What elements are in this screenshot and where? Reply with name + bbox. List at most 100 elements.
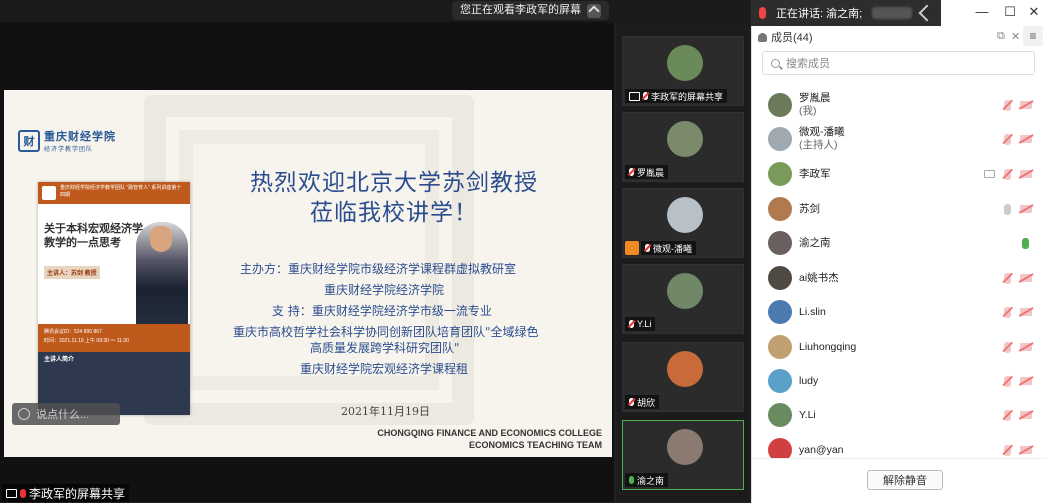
slide-title-line1: 热烈欢迎北京大学苏剑教授 — [250, 170, 538, 196]
mic-muted-icon — [20, 488, 26, 498]
video-tile[interactable]: 罗胤晨 — [622, 112, 744, 182]
member-row[interactable]: 微观-潘曦 (主持人) — [752, 122, 1046, 156]
poster-header-text: 重庆财经学院经济学教学团队 "融智育人" 系列讲座第十四期 — [60, 185, 182, 198]
member-row[interactable]: ludy — [752, 364, 1046, 398]
slide-date: 2021年11月19日 — [341, 405, 430, 418]
member-row[interactable]: 李政军 — [752, 157, 1046, 191]
member-search-input[interactable]: 搜索成员 — [762, 51, 1035, 75]
blurred-name — [872, 7, 913, 19]
video-tile[interactable]: 胡欣 — [622, 342, 744, 412]
mic-muted-icon — [643, 92, 648, 100]
member-row[interactable]: 渝之南 — [752, 226, 1046, 260]
video-tile[interactable]: 微观-潘曦 — [622, 188, 744, 258]
camera-off-icon[interactable] — [1020, 377, 1032, 385]
avatar — [768, 300, 792, 324]
avatar — [768, 403, 792, 427]
mic-muted-icon[interactable] — [1004, 409, 1011, 421]
screen-share-icon — [629, 91, 640, 101]
avatar — [768, 369, 792, 393]
mic-muted-icon[interactable] — [1004, 375, 1011, 387]
tile-name: 渝之南 — [637, 475, 665, 486]
camera-off-icon[interactable] — [1020, 135, 1032, 143]
poster-time: 时间：2021.11.19 上午 09:30 ～ 11:30 — [44, 338, 129, 344]
camera-off-icon[interactable] — [1020, 343, 1032, 351]
camera-off-icon[interactable] — [1020, 308, 1032, 316]
mic-muted-icon[interactable] — [1004, 272, 1011, 284]
close-panel-icon[interactable]: ✕ — [1011, 30, 1020, 43]
mic-muted-icon[interactable] — [1004, 341, 1011, 353]
mic-active-icon[interactable] — [1022, 237, 1029, 249]
member-row[interactable]: Y.Li — [752, 398, 1046, 432]
unmute-all-button[interactable]: 解除静音 — [867, 470, 943, 490]
mic-muted-icon[interactable] — [1004, 444, 1011, 456]
popout-icon[interactable]: ⧉ — [997, 30, 1005, 43]
slide-english-line1: CHONGQING FINANCE AND ECONOMICS COLLEGE — [377, 428, 602, 438]
avatar — [667, 45, 703, 81]
minimize-icon[interactable]: — — [972, 4, 992, 19]
video-tile[interactable]: 李政军的屏幕共享 — [622, 36, 744, 106]
video-tiles: 李政军的屏幕共享 罗胤晨 微观-潘曦 Y.Li 胡欣 渝之南 — [616, 22, 750, 502]
screen-share-label-text: 李政军的屏幕共享 — [29, 486, 126, 501]
camera-off-icon[interactable] — [1020, 101, 1032, 109]
emoji-icon[interactable] — [18, 408, 30, 420]
back-arrow-icon[interactable] — [918, 4, 936, 22]
member-name: 苏剑 — [799, 202, 820, 215]
member-row[interactable]: Li.slin — [752, 295, 1046, 329]
poster-header: 重庆财经学院经济学教学团队 "融智育人" 系列讲座第十四期 — [38, 182, 190, 204]
avatar — [667, 351, 703, 387]
members-panel: — ☐ ✕ 成员(44) ⧉ ✕ ≡ 搜索成员 罗胤晨 (我) 微观-潘曦 (主持人… — [751, 0, 1046, 503]
avatar — [768, 266, 792, 290]
college-logo: 财 重庆财经学院 经济学教学团队 — [18, 128, 116, 153]
organizer-line2: 重庆财经学院经济学院 — [324, 283, 445, 297]
user-icon — [625, 241, 639, 255]
maximize-icon[interactable]: ☐ — [1000, 4, 1020, 20]
member-name: ai姚书杰 — [799, 271, 839, 284]
poster-meeting-info: 腾讯会议ID：524 890 867 时间：2021.11.19 上午 09:3… — [38, 324, 190, 352]
member-row[interactable]: 罗胤晨 (我) — [752, 88, 1046, 122]
member-name: 渝之南 — [799, 236, 831, 249]
camera-off-icon[interactable] — [1020, 274, 1032, 282]
logo-name: 重庆财经学院 — [44, 130, 116, 143]
member-name: yan@yan — [799, 443, 844, 456]
team-line2: 高质量发展跨学科研究团队" — [310, 341, 460, 355]
close-icon[interactable]: ✕ — [1024, 4, 1044, 20]
panel-footer: 解除静音 — [752, 458, 1046, 503]
chat-placeholder: 说点什么... — [36, 409, 90, 421]
camera-off-icon[interactable] — [1020, 205, 1032, 213]
poster-speaker: 主讲人：苏剑 教授 — [44, 266, 100, 279]
search-icon — [771, 58, 780, 68]
tile-name-tag: 胡欣 — [625, 395, 660, 409]
tile-name: 微观-潘曦 — [653, 243, 692, 254]
member-row[interactable]: 苏剑 — [752, 192, 1046, 226]
slide-title-line2: 莅临我校讲学！ — [310, 200, 478, 226]
screen-share-icon — [6, 488, 17, 498]
presentation-slide: 财 重庆财经学院 经济学教学团队 重庆财经学院经济学教学团队 "融智育人" 系列… — [4, 90, 612, 457]
mic-muted-icon[interactable] — [1004, 306, 1011, 318]
avatar — [667, 197, 703, 233]
chat-input[interactable]: 说点什么... — [12, 403, 120, 425]
tile-name: 胡欣 — [637, 397, 656, 408]
camera-off-icon[interactable] — [1020, 446, 1032, 454]
collapse-icon[interactable] — [587, 3, 601, 18]
viewing-banner[interactable]: 您正在观看李政军的屏幕 — [452, 1, 609, 20]
tile-name-tag: 微观-潘曦 — [641, 241, 696, 255]
mic-muted-icon[interactable] — [1004, 168, 1011, 180]
speaking-label: 正在讲话: 渝之南; — [776, 8, 863, 20]
member-row[interactable]: ai姚书杰 — [752, 261, 1046, 295]
tile-name: 李政军的屏幕共享 — [651, 91, 724, 102]
mic-muted-icon[interactable] — [1004, 133, 1011, 145]
shared-screen: 财 重庆财经学院 经济学教学团队 重庆财经学院经济学教学团队 "融智育人" 系列… — [0, 22, 614, 502]
mic-muted-icon — [629, 398, 634, 406]
speaker-photo — [136, 222, 188, 332]
camera-off-icon[interactable] — [1020, 411, 1032, 419]
menu-icon[interactable]: ≡ — [1023, 26, 1043, 46]
mic-icon[interactable] — [1004, 203, 1011, 215]
mic-muted-icon[interactable] — [1004, 99, 1011, 111]
video-tile-active-speaker[interactable]: 渝之南 — [622, 420, 744, 490]
avatar — [768, 335, 792, 359]
member-row[interactable]: Liuhongqing — [752, 330, 1046, 364]
video-tile[interactable]: Y.Li — [622, 264, 744, 334]
poster-meeting-id: 腾讯会议ID：524 890 867 — [44, 329, 102, 335]
members-title: 成员(44) — [771, 32, 813, 44]
camera-off-icon[interactable] — [1020, 170, 1032, 178]
